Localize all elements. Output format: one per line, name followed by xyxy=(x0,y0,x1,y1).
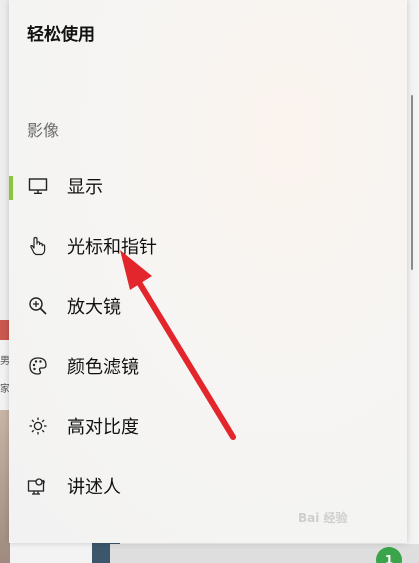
nav-item-color-filters[interactable]: 颜色滤镜 xyxy=(9,344,389,388)
narrator-icon xyxy=(27,475,49,497)
brightness-icon xyxy=(27,415,49,437)
nav-item-cursor-pointer[interactable]: 光标和指针 xyxy=(9,224,389,268)
vertical-scrollbar[interactable] xyxy=(411,95,413,270)
nav-item-label: 放大镜 xyxy=(67,297,121,318)
magnifier-icon xyxy=(27,295,49,317)
background-window-bottom xyxy=(110,544,419,563)
nav-item-label: 高对比度 xyxy=(67,417,139,438)
nav-item-label: 光标和指针 xyxy=(67,237,157,258)
nav-item-label: 颜色滤镜 xyxy=(67,357,139,378)
screen: 男 家 1 轻松使用 影像 显示 光标和指针 放大镜 颜色滤镜 高对比度 讲述人… xyxy=(0,0,419,563)
nav-item-high-contrast[interactable]: 高对比度 xyxy=(9,404,389,448)
nav-item-display[interactable]: 显示 xyxy=(9,164,389,208)
palette-icon xyxy=(27,355,49,377)
nav-item-label: 讲述人 xyxy=(67,477,121,498)
nav-item-label: 显示 xyxy=(67,177,103,198)
monitor-icon xyxy=(27,175,49,197)
panel-title: 轻松使用 xyxy=(27,25,95,45)
pointer-hand-icon xyxy=(27,235,49,257)
selection-indicator xyxy=(9,176,13,200)
watermark-logo: Bai 经验 xyxy=(298,511,348,525)
nav-item-magnifier[interactable]: 放大镜 xyxy=(9,284,389,328)
settings-nav-panel: 轻松使用 影像 显示 光标和指针 放大镜 颜色滤镜 高对比度 讲述人 xyxy=(9,0,413,543)
nav-item-narrator[interactable]: 讲述人 xyxy=(9,464,389,508)
section-header-vision: 影像 xyxy=(27,121,60,140)
